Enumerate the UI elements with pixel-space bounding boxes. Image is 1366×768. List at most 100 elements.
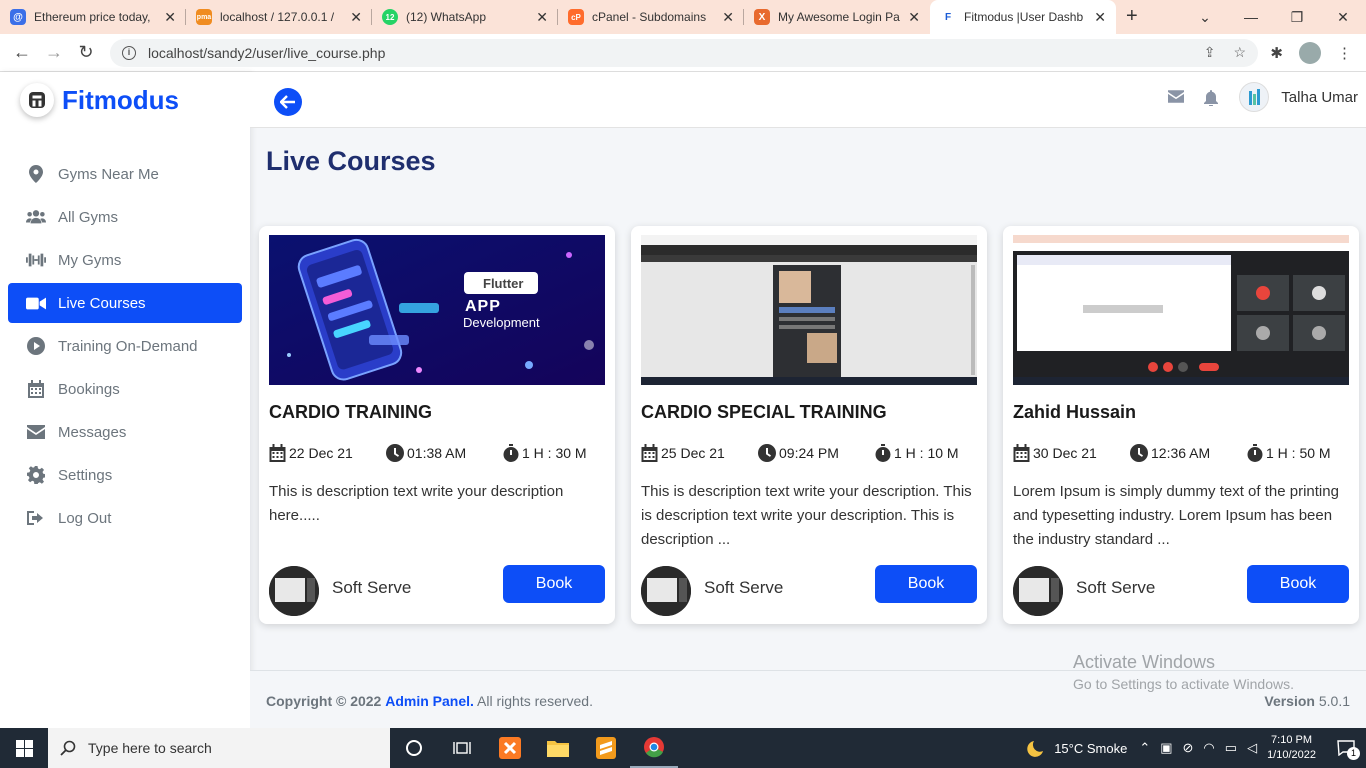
sublime-text-icon[interactable] (582, 728, 630, 768)
file-explorer-icon[interactable] (534, 728, 582, 768)
tray-chevron-icon[interactable]: ⌃ (1139, 740, 1150, 756)
trainer-name: Soft Serve (1076, 578, 1156, 597)
sidebar-item-settings[interactable]: Settings (8, 455, 242, 495)
share-icon[interactable]: ⇪ (1204, 44, 1216, 61)
sidebar-item-log-out[interactable]: Log Out (8, 498, 242, 538)
close-window-button[interactable]: ✕ (1320, 9, 1366, 26)
security-icon[interactable]: ⊘ (1183, 740, 1194, 756)
course-description: This is description text write your desc… (641, 483, 972, 548)
course-thumbnail[interactable]: Flutter APP Development (269, 235, 605, 385)
brand[interactable]: Fitmodus (20, 83, 179, 117)
course-date: 22 Dec 21 (289, 445, 353, 461)
sidebar-item-training-on-demand[interactable]: Training On-Demand (8, 326, 242, 366)
version: Version 5.0.1 (1264, 693, 1350, 709)
trainer-avatar (1013, 566, 1063, 616)
bell-icon[interactable] (1204, 90, 1218, 106)
users-icon (26, 209, 46, 225)
taskbar-clock[interactable]: 7:10 PM 1/10/2022 (1267, 733, 1316, 763)
book-button[interactable]: Book (875, 565, 977, 603)
tab-favicon-icon: 12 (382, 9, 398, 25)
notification-icon[interactable]: 1 (1326, 728, 1366, 768)
trainer-name: Soft Serve (332, 578, 412, 597)
forward-nav-icon[interactable]: → (38, 42, 70, 63)
trainer-name: Soft Serve (704, 578, 784, 597)
site-info-icon[interactable]: i (122, 46, 136, 60)
sidebar-item-bookings[interactable]: Bookings (8, 369, 242, 409)
clock-icon (758, 444, 776, 462)
weather-text[interactable]: 15°C Smoke (1054, 741, 1127, 756)
tab-close-icon[interactable]: ✕ (536, 9, 548, 26)
copyright: Copyright © 2022 Admin Panel. All rights… (266, 693, 593, 709)
course-thumbnail[interactable] (641, 235, 977, 385)
envelope-icon[interactable] (1168, 90, 1184, 103)
profile-avatar[interactable] (1299, 42, 1321, 64)
minimize-button[interactable]: — (1228, 9, 1274, 25)
calendar-icon (269, 444, 286, 462)
book-button[interactable]: Book (503, 565, 605, 603)
browser-tab[interactable]: cP cPanel - Subdomains ✕ (558, 0, 744, 34)
course-thumbnail[interactable] (1013, 235, 1349, 385)
new-tab-button[interactable]: + (1126, 0, 1138, 34)
maximize-button[interactable]: ❐ (1274, 9, 1320, 26)
task-view-icon[interactable] (438, 728, 486, 768)
back-button[interactable] (274, 88, 302, 116)
volume-icon[interactable]: ◁ (1247, 740, 1257, 756)
sign-out-icon (26, 510, 46, 526)
chrome-icon[interactable] (630, 728, 678, 768)
sidebar-item-messages[interactable]: Messages (8, 412, 242, 452)
tab-close-icon[interactable]: ✕ (350, 9, 362, 26)
course-footer: Soft Serve Book (641, 565, 977, 616)
course-meta: 30 Dec 21 12:36 AM 1 H : 50 M (1013, 444, 1349, 466)
wifi-icon[interactable]: ◠ (1203, 740, 1214, 756)
url-input[interactable]: i localhost/sandy2/user/live_course.php (110, 39, 1258, 67)
back-nav-icon[interactable]: ← (6, 42, 38, 63)
course-description: Lorem Ipsum is simply dummy text of the … (1013, 483, 1339, 548)
sidebar-menu: Gyms Near Me All Gyms My Gyms Live Cours… (8, 154, 242, 541)
meet-icon[interactable]: ▣ (1160, 740, 1172, 756)
browser-tab[interactable]: @ Ethereum price today, ✕ (0, 0, 186, 34)
user-menu[interactable]: Talha Umar (1239, 82, 1358, 112)
course-duration: 1 H : 30 M (522, 445, 587, 461)
arrow-left-icon (280, 95, 295, 109)
user-avatar (1239, 82, 1270, 112)
clock-icon (1130, 444, 1148, 462)
reload-icon[interactable]: ↻ (70, 42, 102, 63)
book-button[interactable]: Book (1247, 565, 1349, 603)
browser-tab[interactable]: 12 (12) WhatsApp ✕ (372, 0, 558, 34)
calendar-icon (1013, 444, 1030, 462)
windows-start-icon[interactable] (0, 728, 48, 768)
tab-close-icon[interactable]: ✕ (164, 9, 176, 26)
sidebar-item-my-gyms[interactable]: My Gyms (8, 240, 242, 280)
thumb-title: APP (465, 298, 501, 315)
tab-search-icon[interactable]: ⌄ (1182, 9, 1228, 26)
course-time: 09:24 PM (779, 445, 839, 461)
extensions-puzzle-icon[interactable]: ✱ (1270, 44, 1283, 62)
browser-tab-active[interactable]: F Fitmodus |User Dashb ✕ (930, 0, 1116, 34)
bookmark-star-icon[interactable]: ☆ (1233, 44, 1246, 61)
browser-tab[interactable]: X My Awesome Login Pa ✕ (744, 0, 930, 34)
stopwatch-icon (503, 444, 519, 462)
cortana-icon[interactable] (390, 728, 438, 768)
tab-close-icon[interactable]: ✕ (1094, 9, 1106, 26)
tab-favicon-icon: cP (568, 9, 584, 25)
sidebar-item-all-gyms[interactable]: All Gyms (8, 197, 242, 237)
tab-close-icon[interactable]: ✕ (722, 9, 734, 26)
browser-tab[interactable]: pma localhost / 127.0.0.1 /✕ (186, 0, 372, 34)
user-name: Talha Umar (1281, 88, 1358, 106)
battery-icon[interactable]: ▭ (1225, 740, 1237, 756)
browser-menu-icon[interactable]: ⋮ (1337, 44, 1352, 62)
course-date: 30 Dec 21 (1033, 445, 1097, 461)
top-navbar: Talha Umar (250, 72, 1366, 128)
brand-name: Fitmodus (62, 84, 179, 115)
admin-panel-link[interactable]: Admin Panel. (385, 693, 474, 709)
sidebar-item-live-courses[interactable]: Live Courses (8, 283, 242, 323)
xampp-icon[interactable] (486, 728, 534, 768)
search-icon (60, 740, 76, 756)
course-card: CARDIO SPECIAL TRAINING 25 Dec 21 09:24 … (631, 226, 987, 624)
calendar-icon (641, 444, 658, 462)
activate-windows-hint: Go to Settings to activate Windows. (1073, 676, 1294, 692)
tab-close-icon[interactable]: ✕ (908, 9, 920, 26)
taskbar-search-input[interactable]: Type here to search (48, 728, 390, 768)
sidebar-item-gyms-near-me[interactable]: Gyms Near Me (8, 154, 242, 194)
tab-favicon-icon: @ (10, 9, 26, 25)
